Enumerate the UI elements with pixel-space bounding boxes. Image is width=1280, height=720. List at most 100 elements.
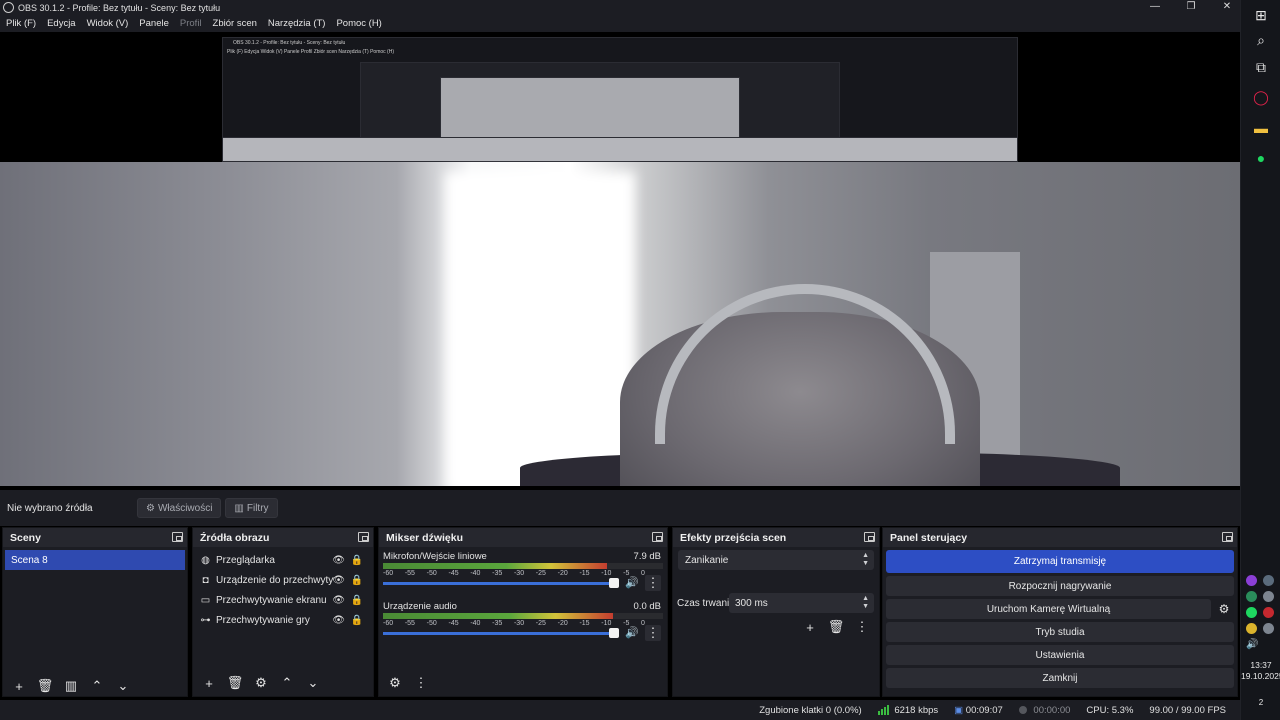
spotify-icon[interactable]: ● bbox=[1251, 148, 1271, 168]
record-dot-icon bbox=[1018, 705, 1027, 714]
notification-count: 2 bbox=[1258, 697, 1264, 707]
menu-edit[interactable]: Edycja bbox=[47, 18, 76, 29]
eye-icon[interactable]: 👁 bbox=[332, 555, 345, 566]
filter-icon[interactable]: ▥ bbox=[60, 676, 82, 696]
start-recording-button[interactable]: Rozpocznij nagrywanie bbox=[886, 576, 1234, 596]
source-label: Przechwytywanie ekranu bbox=[216, 594, 327, 606]
lock-icon[interactable]: 🔒 bbox=[351, 575, 363, 586]
spotify-tray-icon[interactable] bbox=[1246, 607, 1257, 618]
eye-icon[interactable]: 👁 bbox=[332, 575, 345, 586]
audio-settings-icon[interactable]: ⚙ bbox=[384, 673, 406, 693]
lock-icon[interactable]: 🔒 bbox=[351, 555, 363, 566]
add-scene-button[interactable]: + bbox=[8, 676, 30, 696]
menu-scene-collection[interactable]: Zbiór scen bbox=[213, 18, 257, 29]
volume-slider[interactable] bbox=[383, 632, 615, 635]
lock-icon[interactable]: 🔒 bbox=[351, 615, 363, 626]
opera-icon[interactable]: ◯ bbox=[1251, 87, 1271, 107]
speaker-icon[interactable]: 🔊 bbox=[625, 626, 639, 639]
undock-icon[interactable] bbox=[1222, 532, 1233, 542]
search-icon[interactable]: ⌕ bbox=[1251, 30, 1271, 50]
arrow-up-icon[interactable]: ⌃ bbox=[276, 673, 298, 693]
duration-input[interactable]: 300 ms ▲ ▼ bbox=[729, 593, 874, 613]
source-item[interactable]: ⊶ Przechwytywanie gry 👁 🔒 bbox=[193, 610, 373, 630]
undock-icon[interactable] bbox=[358, 532, 369, 542]
arrow-up-icon[interactable]: ⌃ bbox=[86, 676, 108, 696]
virtual-camera-button[interactable]: Uruchom Kamerę Wirtualną bbox=[886, 599, 1211, 619]
trash-icon[interactable]: 🗑 bbox=[224, 673, 246, 693]
source-item[interactable]: ▭ Przechwytywanie ekranu 👁 🔒 bbox=[193, 590, 373, 610]
kbps-value: 6218 kbps bbox=[894, 704, 939, 716]
more-icon[interactable]: ⋮ bbox=[645, 625, 661, 641]
system-clock[interactable]: 13:37 19.10.2025 bbox=[1241, 660, 1280, 682]
volume-tray-icon[interactable]: 🔊 bbox=[1246, 639, 1258, 650]
duration-value: 300 ms bbox=[735, 597, 768, 609]
properties-button[interactable]: ⚙ Właściwości bbox=[137, 498, 222, 518]
menu-profile[interactable]: Profil bbox=[180, 18, 202, 29]
studio-mode-button[interactable]: Tryb studia bbox=[886, 622, 1234, 642]
source-item[interactable]: ◍ Przeglądarka 👁 🔒 bbox=[193, 550, 373, 570]
webcam-feed bbox=[0, 162, 1240, 486]
lock-icon[interactable]: 🔒 bbox=[351, 595, 363, 606]
tray-display-icon[interactable] bbox=[1263, 591, 1274, 602]
add-transition-button[interactable]: + bbox=[799, 617, 821, 637]
menu-file[interactable]: Plik (F) bbox=[6, 18, 36, 29]
file-explorer-icon[interactable]: ▬ bbox=[1251, 118, 1271, 138]
spin-arrows-icon[interactable]: ▲ ▼ bbox=[862, 595, 869, 611]
undock-icon[interactable] bbox=[652, 532, 663, 542]
volume-meter bbox=[383, 563, 663, 569]
eye-icon[interactable]: 👁 bbox=[332, 615, 345, 626]
scene-item[interactable]: Scena 8 bbox=[5, 550, 185, 570]
task-view-icon[interactable]: ⧉ bbox=[1251, 57, 1271, 77]
menu-docks[interactable]: Panele bbox=[139, 18, 169, 29]
volume-slider-handle[interactable] bbox=[609, 578, 619, 588]
arrow-down-icon[interactable]: ⌄ bbox=[302, 673, 324, 693]
source-label: Przechwytywanie gry bbox=[216, 614, 310, 626]
transitions-header: Efekty przejścia scen bbox=[673, 528, 879, 547]
tray-app-icon[interactable] bbox=[1263, 623, 1274, 634]
bitrate: 6218 kbps bbox=[877, 704, 939, 716]
notifications-icon[interactable]: 2 bbox=[1251, 692, 1271, 712]
transition-select[interactable]: Zanikanie ▲ ▼ bbox=[678, 550, 874, 570]
arrow-down-icon[interactable]: ⌄ bbox=[112, 676, 134, 696]
undock-icon[interactable] bbox=[864, 532, 875, 542]
gear-icon[interactable]: ⚙ bbox=[1214, 599, 1234, 619]
stop-streaming-button[interactable]: Zatrzymaj transmisję bbox=[886, 550, 1234, 573]
undock-icon[interactable] bbox=[172, 532, 183, 542]
menu-view[interactable]: Widok (V) bbox=[87, 18, 129, 29]
controls-header: Panel sterujący bbox=[883, 528, 1237, 547]
volume-slider-handle[interactable] bbox=[609, 628, 619, 638]
more-icon[interactable]: ⋮ bbox=[851, 617, 873, 637]
nested-preview-strip bbox=[222, 137, 1018, 162]
menu-help[interactable]: Pomoc (H) bbox=[336, 18, 381, 29]
add-source-button[interactable]: + bbox=[198, 673, 220, 693]
trash-icon[interactable]: 🗑 bbox=[34, 676, 56, 696]
trash-icon[interactable]: 🗑 bbox=[825, 617, 847, 637]
clock-date: 19.10.2025 bbox=[1241, 671, 1280, 681]
more-icon[interactable]: ⋮ bbox=[410, 673, 432, 693]
nested-window-title: OBS 30.1.2 - Profile: Bez tytułu - Sceny… bbox=[233, 40, 346, 46]
tray-app-icon[interactable] bbox=[1263, 607, 1274, 618]
menu-tools[interactable]: Narzędzia (T) bbox=[268, 18, 326, 29]
eye-icon[interactable]: 👁 bbox=[332, 595, 345, 606]
settings-button[interactable]: Ustawienia bbox=[886, 645, 1234, 665]
tray-app-icon[interactable] bbox=[1246, 591, 1257, 602]
more-icon[interactable]: ⋮ bbox=[645, 575, 661, 591]
close-button[interactable]: ✕ bbox=[1220, 0, 1234, 14]
maximize-button[interactable]: ❐ bbox=[1184, 0, 1198, 14]
volume-slider[interactable] bbox=[383, 582, 615, 585]
speaker-icon[interactable]: 🔊 bbox=[625, 576, 639, 589]
filters-button[interactable]: ▥ Filtry bbox=[225, 498, 278, 518]
gear-icon[interactable]: ⚙ bbox=[250, 673, 272, 693]
minimize-button[interactable]: — bbox=[1148, 0, 1162, 14]
tray-app-icon[interactable] bbox=[1263, 575, 1274, 586]
windows-start-icon[interactable]: ⊞ bbox=[1251, 5, 1271, 25]
headphones bbox=[655, 284, 955, 444]
preview-canvas[interactable]: OBS 30.1.2 - Profile: Bez tytułu - Sceny… bbox=[0, 32, 1240, 486]
obs-logo-icon bbox=[3, 2, 14, 13]
exit-button[interactable]: Zamknij bbox=[886, 668, 1234, 688]
source-item[interactable]: ◘ Urządzenie do przechwytywa 👁 🔒 bbox=[193, 570, 373, 590]
tray-app-icon[interactable] bbox=[1246, 575, 1257, 586]
filters-label: Filtry bbox=[246, 502, 269, 514]
chrome-icon[interactable] bbox=[1246, 623, 1257, 634]
recording-timer: 00:00:00 bbox=[1018, 705, 1070, 716]
